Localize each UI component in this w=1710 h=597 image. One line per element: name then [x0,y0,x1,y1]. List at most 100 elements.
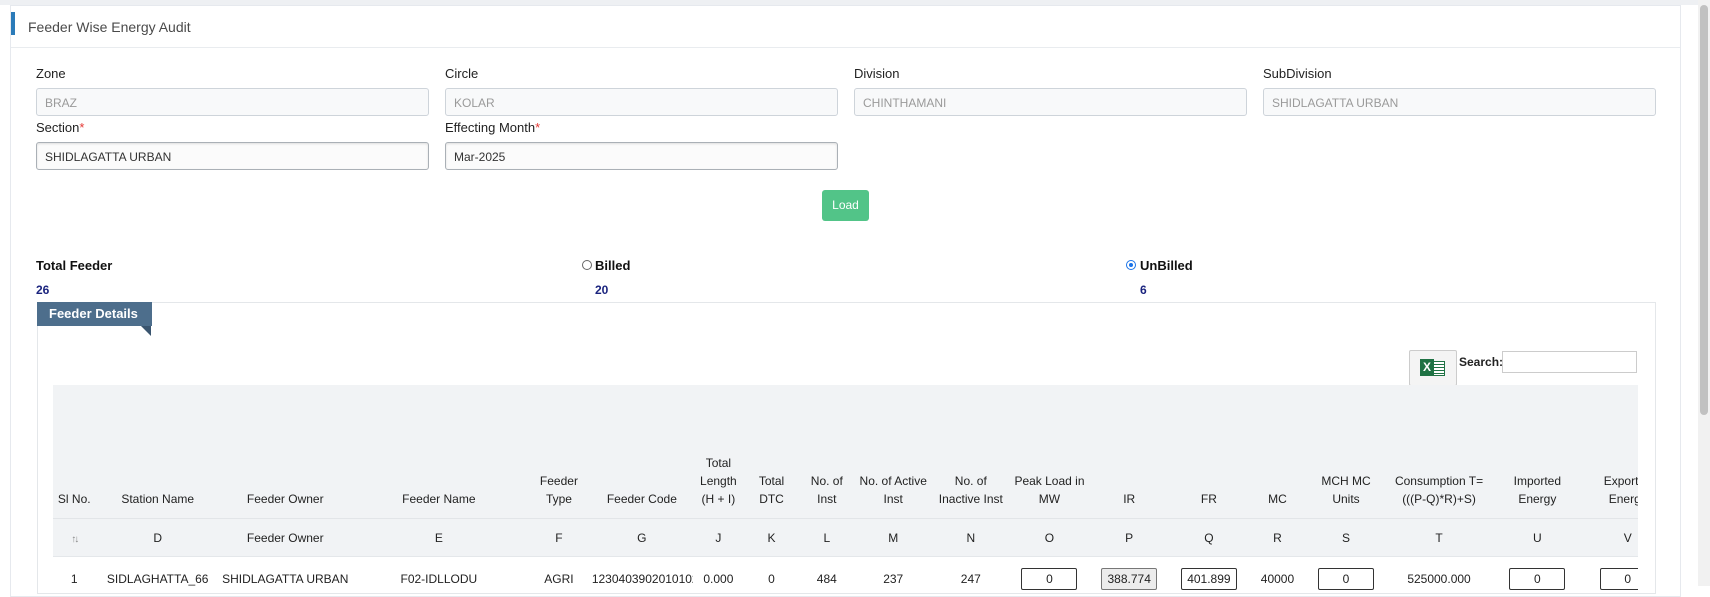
month-label-text: Effecting Month [445,120,536,135]
cell-input[interactable]: 0 [1021,568,1078,590]
search-label: Search: [1459,355,1504,369]
table-cell: 1 [53,556,96,590]
column-header[interactable]: Consumption T=(((P-Q)*R)+S) [1385,385,1493,519]
unbilled-value: 6 [1140,283,1147,297]
section-label-text: Section [36,120,80,135]
circle-field[interactable]: KOLAR [445,88,838,116]
circle-label: Circle [445,66,479,81]
column-header[interactable]: Feeder Code [590,385,693,519]
panel-header: Feeder Wise Energy Audit [11,6,1680,48]
unbilled-radio[interactable] [1126,260,1136,270]
column-header[interactable]: Station Name [95,385,220,519]
subdivision-field[interactable]: SHIDLAGATTA URBAN [1263,88,1656,116]
table-row: 1 SIDLAGHATTA_66 SHIDLAGATTA URBAN F02-IDLL… [53,556,1638,590]
required-mark: * [79,120,85,135]
column-header[interactable]: No. of Active Inst [854,385,933,519]
table-cell: AGRI [527,556,591,590]
column-header[interactable]: Feeder Name [350,385,528,519]
table-cell: 1230403902010102 [590,556,693,590]
table-cell: 247 [932,556,1010,590]
table-cell: 0 [1492,556,1583,590]
column-header[interactable]: MCH MC Units [1306,385,1386,519]
column-code: M [854,518,933,557]
table-cell: 525000.000 [1385,556,1493,590]
unbilled-label[interactable]: UnBilled [1140,258,1193,273]
division-label: Division [854,66,900,81]
billed-radio[interactable] [582,260,592,270]
scrollbar-thumb[interactable] [1700,5,1708,415]
page-scrollbar[interactable] [1698,0,1710,586]
table-cell: 0 [1009,556,1090,590]
cell-input[interactable]: 388.774 [1101,568,1158,590]
excel-export-icon: X [1420,359,1434,376]
total-feeder-value: 26 [36,283,50,297]
column-header[interactable]: Total Length (H + I) [692,385,744,519]
total-feeder-label: Total Feeder [36,258,113,273]
subdivision-label: SubDivision [1263,66,1332,81]
table-cell: 388.774 [1089,556,1170,590]
cell-input[interactable]: 401.899 [1180,568,1237,590]
table-body: 1 SIDLAGHATTA_66 SHIDLAGATTA URBAN F02-IDLL… [53,556,1638,590]
column-code: V [1582,518,1638,557]
sort-arrows-icon[interactable]: ↑↓ [71,534,79,545]
column-header[interactable]: Total DTC [743,385,800,519]
feeder-details-tab: Feeder Details [37,302,152,326]
table-cell: F02-IDLLODU [350,556,528,590]
load-button[interactable]: Load [822,190,869,221]
excel-grid-icon [1434,361,1445,376]
column-header[interactable]: No. of Inst [799,385,855,519]
column-header[interactable]: IR [1089,385,1170,519]
excel-export-button[interactable]: X [1409,350,1457,386]
column-code: U [1492,518,1583,557]
cell-input[interactable]: 0 [1318,568,1375,590]
column-code: L [799,518,855,557]
table-cell: 401.899 [1169,556,1249,590]
column-code: Q [1169,518,1249,557]
page-title: Feeder Wise Energy Audit [28,19,191,35]
column-code: K [743,518,800,557]
table-header-row: Sl No. Station Name Feeder Owner Feeder Nam… [53,385,1638,519]
column-header[interactable]: No. of Inactive Inst [932,385,1010,519]
column-code: T [1385,518,1493,557]
table-cell: 484 [799,556,855,590]
zone-field[interactable]: BRAZ [36,88,429,116]
column-code: D [95,518,220,557]
zone-label: Zone [36,66,66,81]
column-header[interactable]: Imported Energy [1492,385,1583,519]
column-header[interactable]: Exported Energy [1582,385,1638,519]
table-cell: 237 [854,556,933,590]
cell-input[interactable]: 0 [1509,568,1566,590]
table-code-row: ↑↓ D Feeder Owner E F G J K L M N O P Q R S T U V [53,518,1638,557]
column-code: R [1248,518,1307,557]
cell-input[interactable]: 0 [1599,568,1638,590]
month-input[interactable]: Mar-2025 [445,142,838,170]
header-accent-bar [11,12,15,35]
feeder-table-wrapper: Sl No. Station Name Feeder Owner Feeder Nam… [53,385,1638,590]
column-header[interactable]: Peak Load in MW [1009,385,1090,519]
search-input[interactable] [1502,351,1637,373]
billed-label[interactable]: Billed [595,258,630,273]
column-code: Feeder Owner [219,518,351,557]
month-label: Effecting Month* [445,120,540,135]
column-code: F [527,518,591,557]
division-field[interactable]: CHINTHAMANI [854,88,1247,116]
column-header[interactable]: Sl No. [53,385,96,519]
column-header[interactable]: MC [1248,385,1307,519]
table-cell: 0 [1582,556,1638,590]
column-header[interactable]: FR [1169,385,1249,519]
table-cell: SHIDLAGATTA URBAN [219,556,351,590]
table-cell: 0 [743,556,800,590]
section-select[interactable]: SHIDLAGATTA URBAN [36,142,429,170]
column-code: G [590,518,693,557]
feeder-table: Sl No. Station Name Feeder Owner Feeder Nam… [53,385,1638,590]
column-code: O [1009,518,1090,557]
billed-value: 20 [595,283,609,297]
column-header[interactable]: Feeder Type [527,385,591,519]
table-cell: 0.000 [692,556,744,590]
column-code: N [932,518,1010,557]
column-code: E [350,518,528,557]
section-label: Section* [36,120,84,135]
required-mark: * [535,120,541,135]
column-code: J [692,518,744,557]
column-header[interactable]: Feeder Owner [219,385,351,519]
